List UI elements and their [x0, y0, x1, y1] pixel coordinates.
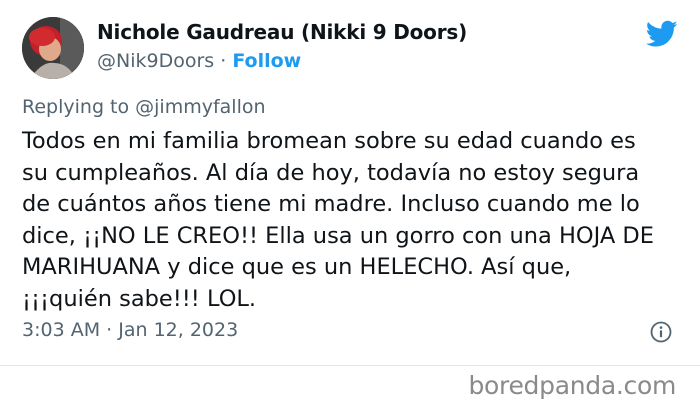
twitter-bird-icon[interactable]	[646, 20, 678, 48]
replying-prefix: Replying to	[22, 96, 136, 118]
separator-dot: ·	[220, 50, 227, 72]
handle-row: @Nik9Doors · Follow	[97, 50, 301, 72]
meta-separator: ·	[106, 319, 113, 341]
watermark: boredpanda.com	[468, 371, 676, 400]
follow-button[interactable]: Follow	[232, 50, 301, 72]
tweet-time: 3:03 AM	[22, 319, 101, 341]
tweet-text: Todos en mi familia bromean sobre su eda…	[22, 128, 654, 312]
avatar[interactable]	[22, 17, 84, 79]
tweet-timestamp[interactable]: 3:03 AM · Jan 12, 2023	[22, 319, 238, 341]
tweet-card: Nichole Gaudreau (Nikki 9 Doors) @Nik9Do…	[0, 0, 700, 366]
author-handle[interactable]: @Nik9Doors	[97, 50, 214, 72]
replying-to-mention[interactable]: @jimmyfallon	[135, 96, 265, 118]
tweet-date: Jan 12, 2023	[118, 319, 239, 341]
author-name[interactable]: Nichole Gaudreau (Nikki 9 Doors)	[97, 20, 467, 44]
replying-to: Replying to @jimmyfallon	[22, 96, 266, 118]
info-icon[interactable]	[650, 321, 672, 343]
